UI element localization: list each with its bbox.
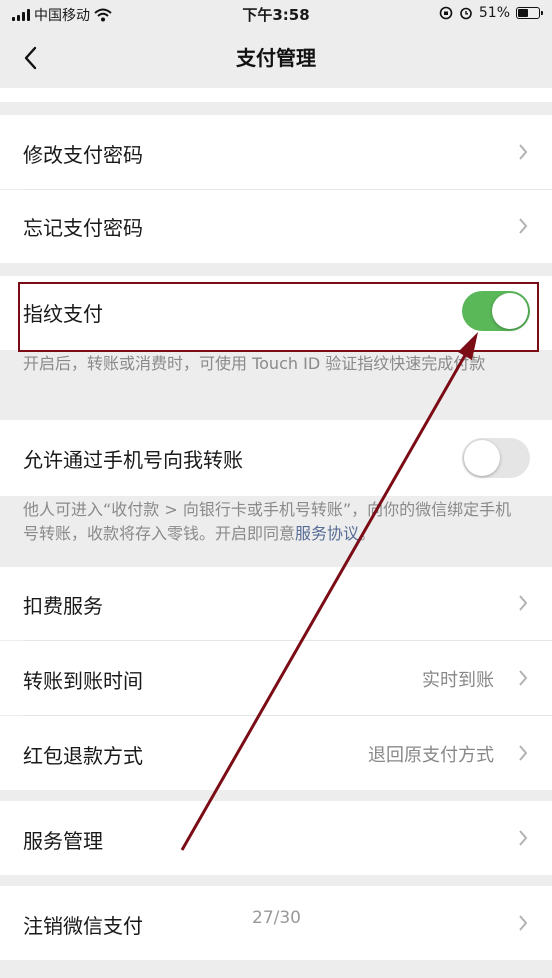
- annotation-arrow: [180, 332, 478, 851]
- watermark: Bai 经验: [473, 933, 528, 949]
- arrow-head: [458, 332, 478, 360]
- arrow-shaft: [180, 349, 470, 851]
